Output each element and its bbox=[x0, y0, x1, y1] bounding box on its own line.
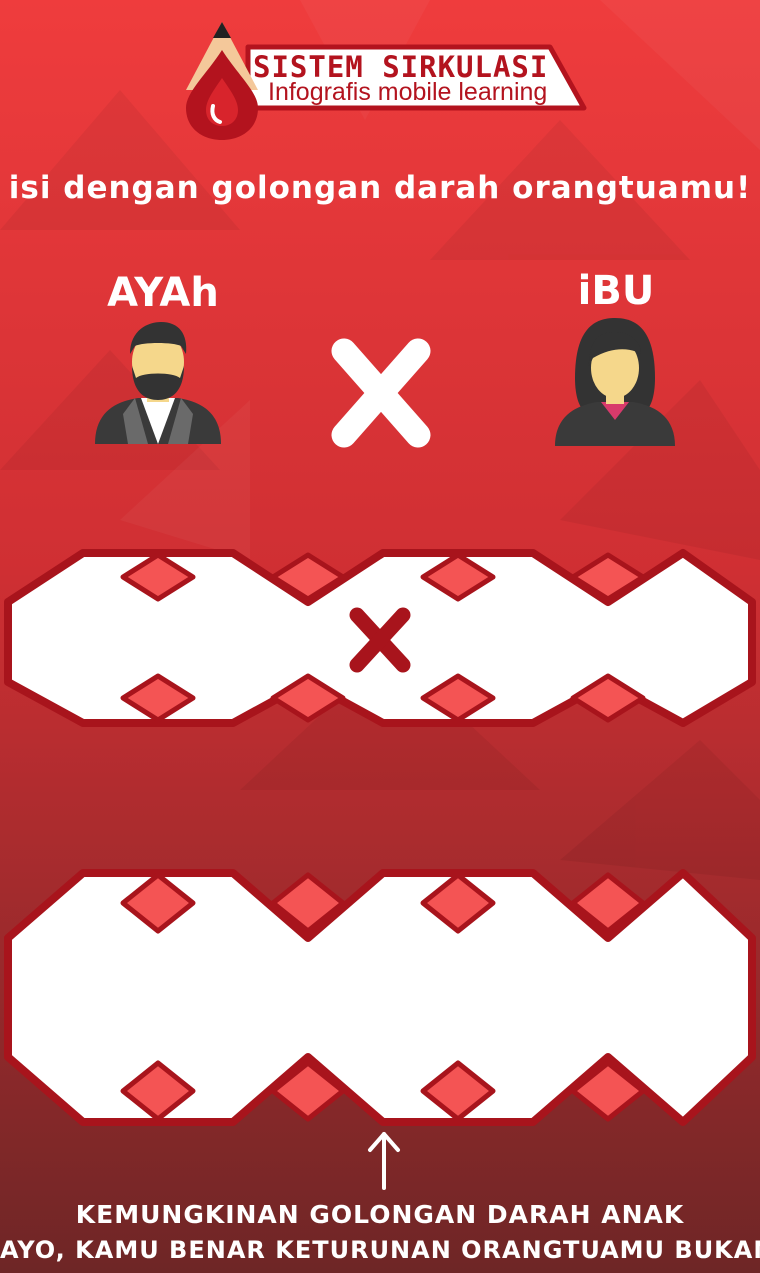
blood-drop-pencil-icon bbox=[186, 22, 258, 140]
footer-caption: KEMUNGKINAN GOLONGAN DARAH ANAK bbox=[75, 1200, 685, 1229]
footer-question: AYO, KAMU BENAR KETURUNAN ORANGTUAMU BUK… bbox=[0, 1236, 760, 1264]
logo-subtitle: Infografis mobile learning bbox=[268, 78, 548, 106]
instruction-headline: isi dengan golongan darah orangtuamu! bbox=[8, 170, 752, 206]
panel-cross-symbol bbox=[349, 607, 411, 673]
mother-avatar-icon bbox=[555, 318, 675, 446]
father-label: AYAh bbox=[107, 270, 219, 316]
father-avatar-icon bbox=[95, 322, 221, 444]
mother-label: iBU bbox=[577, 268, 655, 314]
mother-blood-type-input[interactable] bbox=[440, 610, 720, 670]
father-blood-type-input[interactable] bbox=[40, 610, 320, 670]
child-blood-type-result[interactable] bbox=[40, 950, 720, 1040]
parents-cross-symbol bbox=[331, 338, 431, 448]
arrow-up-icon bbox=[368, 1132, 400, 1190]
